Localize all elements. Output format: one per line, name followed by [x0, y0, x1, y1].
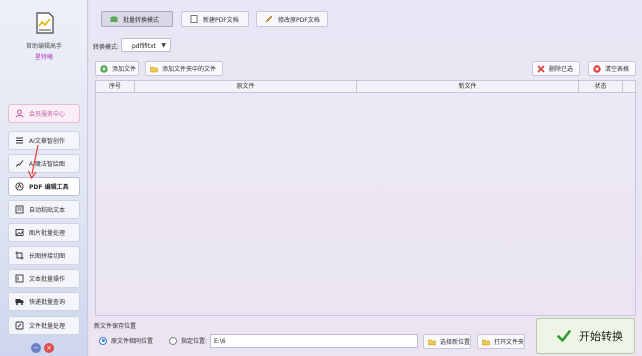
sidebar-item-label: PDF 编辑工具	[29, 184, 69, 191]
close-icon[interactable]: ×	[44, 343, 54, 353]
choose-location-button[interactable]: 选择新位置	[423, 334, 471, 349]
list-icon	[15, 136, 24, 145]
open-folder-button[interactable]: 打开文件夹	[477, 334, 525, 349]
tab-label: 新建PDF文档	[203, 16, 239, 24]
sidebar-item-file-batch[interactable]: 文件批量处理	[8, 316, 80, 335]
column-header-status[interactable]: 状态	[579, 81, 623, 93]
table-header: 序号 原文件 新文件 状态	[96, 81, 635, 93]
radio-button-off[interactable]	[169, 336, 177, 345]
convert-mode-value: pdf转txt	[132, 42, 156, 50]
radio-same-location[interactable]: 原文件相同位置	[99, 336, 153, 345]
sidebar-item-ai-drawing[interactable]: AI魔法智绘图	[8, 154, 80, 173]
column-header-source[interactable]: 原文件	[135, 81, 357, 93]
add-file-label: 添加文件	[112, 66, 137, 73]
sidebar-item-label: 图片批量处理	[29, 230, 66, 237]
app-subtitle: 星特曦	[34, 54, 53, 61]
crop-icon	[15, 251, 24, 260]
sidebar: 首助编辑高手 星特曦 会员服务中心 AI文章智创作 AI魔法智绘图 PDF 编辑…	[0, 0, 88, 356]
sidebar-item-label: 自动粘贴文本	[29, 207, 66, 214]
plus-circle-icon	[100, 64, 108, 73]
sidebar-item-pdf-tools[interactable]: PDF 编辑工具	[8, 177, 80, 196]
app-name: 首助编辑高手	[25, 43, 62, 50]
sidebar-item-member-center[interactable]: 会员服务中心	[8, 104, 80, 123]
convert-mode-label: 转换模式:	[93, 44, 120, 51]
sidebar-item-text-batch[interactable]: 文本批量操作	[8, 269, 80, 288]
start-convert-button[interactable]: 开始转换	[536, 318, 635, 354]
sidebar-item-label: 文件批量处理	[29, 323, 66, 330]
delete-selected-label: 删除已选	[549, 66, 574, 73]
open-folder-label: 打开文件夹	[494, 339, 525, 346]
window-controls: − ×	[31, 343, 54, 353]
clear-icon	[593, 64, 601, 73]
paste-icon	[15, 205, 24, 214]
output-path-value: E:\6	[214, 337, 226, 345]
add-folder-label: 添加文件夹中的文件	[162, 66, 217, 73]
folder-open-icon	[482, 338, 490, 346]
sidebar-item-long-image[interactable]: 长图拼接切图	[8, 246, 80, 265]
column-header-index[interactable]: 序号	[96, 81, 135, 93]
sidebar-item-image-batch[interactable]: 图片批量处理	[8, 223, 80, 242]
convert-icon	[110, 15, 118, 23]
truck-icon	[15, 297, 24, 306]
mode-tabbar: 批量转换模式 新建PDF文档 修改原PDF文档	[89, 0, 642, 30]
sidebar-item-label: 长图拼接切图	[29, 253, 66, 260]
tab-edit-pdf[interactable]: 修改原PDF文档	[256, 11, 328, 27]
pdf-icon	[15, 182, 24, 191]
output-path-input[interactable]: E:\6	[210, 334, 418, 348]
check-icon	[557, 329, 571, 343]
folder-icon	[150, 65, 158, 73]
annotation-arrow-icon	[27, 144, 39, 180]
brush-icon	[15, 159, 24, 168]
delete-selected-button[interactable]: 删除已选	[532, 61, 580, 76]
start-convert-label: 开始转换	[579, 330, 623, 343]
minimize-icon[interactable]: −	[31, 343, 41, 353]
clear-table-button[interactable]: 清空表格	[588, 61, 636, 76]
main-panel: 批量转换模式 新建PDF文档 修改原PDF文档 转换模式: pdf转txt ▼ …	[89, 0, 642, 356]
folder-icon	[428, 338, 436, 346]
choose-location-label: 选择新位置	[440, 339, 471, 346]
sidebar-item-express-query[interactable]: 快递批量查询	[8, 292, 80, 311]
tab-label: 批量转换模式	[123, 16, 160, 24]
sidebar-item-auto-paste[interactable]: 自动粘贴文本	[8, 200, 80, 219]
image-icon	[15, 228, 24, 237]
new-doc-icon	[190, 15, 198, 23]
column-header-target[interactable]: 新文件	[357, 81, 579, 93]
add-folder-button[interactable]: 添加文件夹中的文件	[145, 61, 223, 76]
clear-table-label: 清空表格	[605, 66, 630, 73]
file-edit-icon	[15, 321, 24, 330]
radio-same-label: 原文件相同位置	[111, 338, 154, 345]
text-icon	[15, 274, 24, 283]
radio-button-on[interactable]	[99, 336, 107, 345]
tab-new-pdf[interactable]: 新建PDF文档	[181, 11, 249, 27]
delete-x-icon	[537, 64, 545, 73]
save-location-label: 新文件保存位置	[94, 323, 137, 330]
file-table[interactable]: 序号 原文件 新文件 状态	[95, 80, 636, 316]
tab-batch-convert[interactable]: 批量转换模式	[101, 11, 173, 27]
tab-label: 修改原PDF文档	[278, 16, 320, 24]
add-file-button[interactable]: 添加文件	[95, 61, 139, 76]
sidebar-item-label: 快递批量查询	[29, 299, 66, 306]
sidebar-item-label: 文本批量操作	[29, 276, 66, 283]
convert-mode-select[interactable]: pdf转txt ▼	[121, 38, 171, 52]
sidebar-item-ai-writing[interactable]: AI文章智创作	[8, 131, 80, 150]
radio-custom-location[interactable]: 指定位置:	[169, 336, 207, 345]
radio-custom-label: 指定位置:	[181, 338, 208, 345]
sidebar-item-label: 会员服务中心	[29, 111, 66, 118]
user-icon	[15, 109, 24, 118]
chevron-down-icon: ▼	[161, 42, 166, 49]
app-logo-icon	[36, 12, 54, 34]
edit-pen-icon	[265, 15, 273, 23]
